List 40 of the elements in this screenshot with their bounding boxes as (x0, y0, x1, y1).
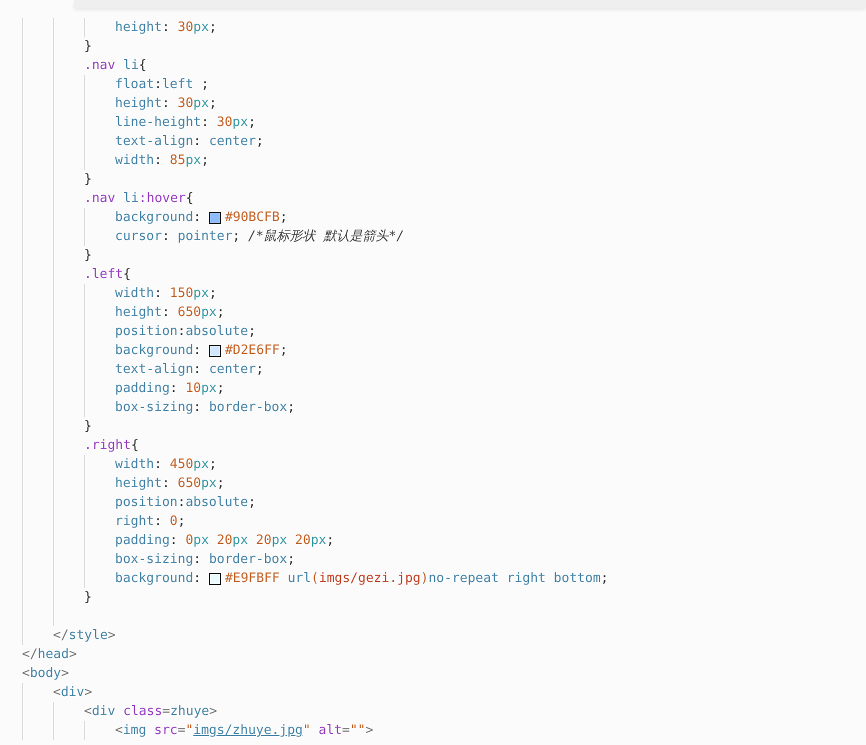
code-text: padding: 0px 20px 20px 20px; (115, 532, 334, 550)
code-text: } (84, 247, 92, 265)
code-text: .nav li:hover{ (84, 190, 194, 208)
code-text: position:absolute; (115, 494, 256, 512)
code-text: line-height: 30px; (115, 114, 256, 132)
code-text: box-sizing: border-box; (115, 551, 296, 569)
code-text: width: 85px; (115, 152, 209, 170)
code-text: .left{ (84, 266, 131, 284)
code-text: height: 30px; (115, 95, 217, 113)
code-text: #D2E6FF; (224, 342, 288, 360)
code-text: } (84, 418, 92, 436)
code-text: } (84, 171, 92, 189)
code-text: #90BCFB; (224, 209, 288, 227)
code-text: </head> (22, 646, 77, 664)
code-text: text-align: center; (115, 133, 264, 151)
code-text: <body> (22, 665, 69, 683)
code-text: <img src="imgs/zhuye.jpg" alt=""> (115, 722, 374, 740)
code-text: right: 0; (115, 513, 186, 531)
code-text: <div class=zhuye> (84, 703, 218, 721)
code-text: } (84, 589, 92, 607)
code-text: text-align: center; (115, 361, 264, 379)
code-text: box-sizing: border-box; (115, 399, 296, 417)
code-text: position:absolute; (115, 323, 256, 341)
code-text: background: (115, 209, 202, 227)
code-text: background: (115, 342, 202, 360)
code-text: height: 650px; (115, 475, 225, 493)
code-text: cursor: pointer; /*鼠标形状 默认是箭头*/ (115, 228, 404, 246)
code-text: background: (115, 570, 202, 588)
code-text: width: 150px; (115, 285, 217, 303)
code-text: width: 450px; (115, 456, 217, 474)
code-text: .nav li{ (84, 57, 147, 75)
code-text: height: 650px; (115, 304, 225, 322)
code-text: </style> (53, 627, 116, 645)
code-text: height: 30px; (115, 19, 217, 37)
code-text: padding: 10px; (115, 380, 225, 398)
code-text: #E9FBFF url(imgs/gezi.jpg)no-repeat right bottom; (224, 570, 608, 588)
code-text: <div> (53, 684, 92, 702)
code-text: .right{ (84, 437, 139, 455)
code-text: } (84, 38, 92, 56)
code-text: float:left ; (115, 76, 209, 94)
